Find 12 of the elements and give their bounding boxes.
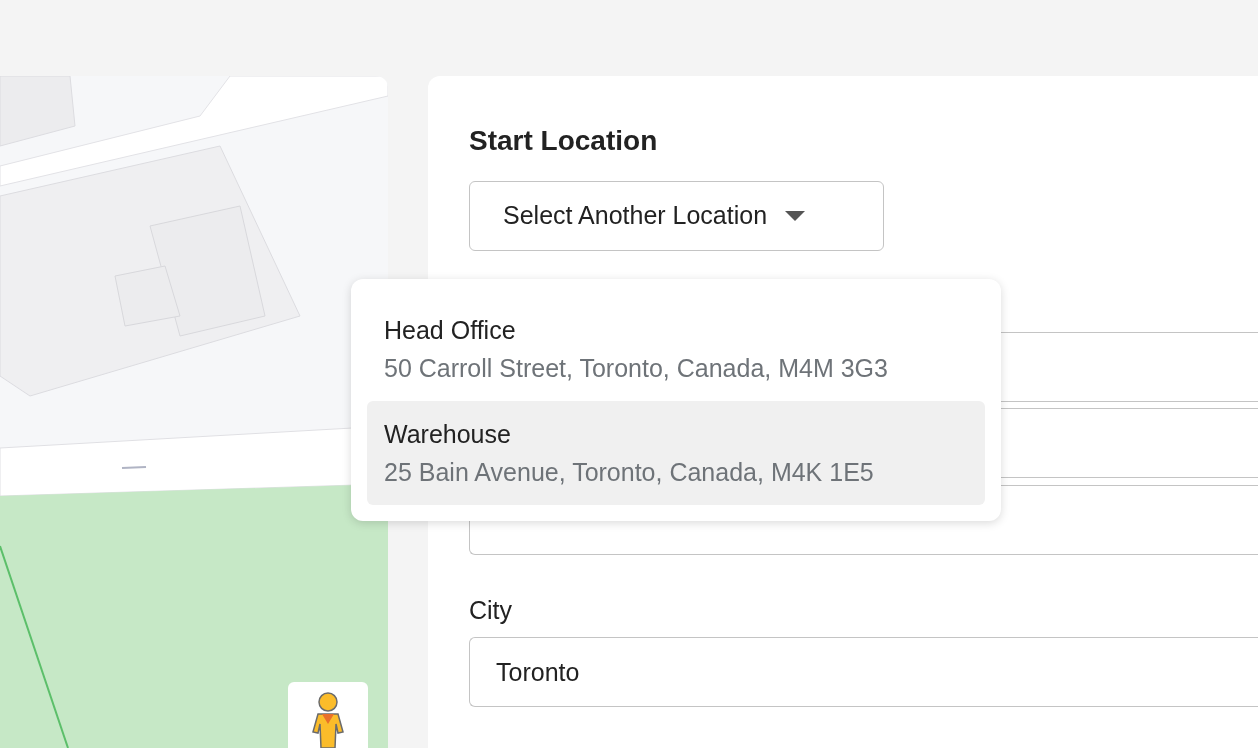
city-field[interactable]: Toronto — [469, 637, 1258, 707]
person-icon — [310, 692, 346, 748]
location-option[interactable]: Warehouse 25 Bain Avenue, Toronto, Canada, M4K 1E5 — [367, 401, 985, 505]
location-name: Warehouse — [384, 419, 512, 450]
street-view-button[interactable] — [288, 682, 368, 748]
caret-icon — [785, 211, 806, 221]
location-select[interactable]: Select Another Location — [469, 181, 884, 251]
location-address: 25 Bain Avenue, Toronto, Canada, M4K 1E5 — [384, 457, 875, 488]
field-label: City — [469, 595, 514, 625]
location-name: Head Office — [384, 315, 517, 346]
location-address: 50 Carroll Street, Toronto, Canada, M4M 3G3 — [384, 353, 889, 384]
section-title: Start Location — [469, 124, 659, 158]
